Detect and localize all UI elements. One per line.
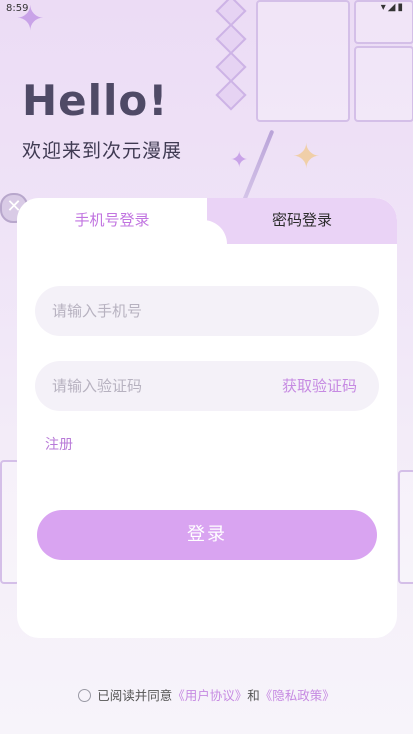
register-link[interactable]: 注册 [45, 434, 73, 454]
diamond-decoration [215, 51, 247, 83]
diamond-decoration [215, 23, 247, 55]
phone-field [35, 286, 379, 336]
status-time: 8:59 [6, 3, 29, 14]
code-field: 获取验证码 [35, 361, 379, 411]
agreement-prefix: 已阅读并同意 [97, 688, 173, 703]
deco-frame [354, 46, 413, 122]
get-code-button[interactable]: 获取验证码 [282, 361, 357, 411]
login-button[interactable]: 登录 [37, 510, 377, 560]
tab-phone-login[interactable]: 手机号登录 [17, 198, 207, 242]
agreement-row: 已阅读并同意《用户协议》和《隐私政策》 [0, 685, 413, 704]
agreement-radio[interactable] [78, 689, 92, 702]
diamond-decoration [215, 79, 247, 111]
phone-input[interactable] [52, 286, 272, 336]
tab-password-login[interactable]: 密码登录 [207, 198, 397, 242]
verification-code-input[interactable] [52, 361, 272, 411]
character-frame [256, 0, 350, 122]
status-icons: ▾◢▮ [380, 2, 405, 13]
status-bar: 8:59 ▾◢▮ [0, 0, 413, 18]
deco-frame [398, 470, 413, 584]
welcome-subtitle: 欢迎来到次元漫展 [22, 140, 183, 162]
privacy-policy-link[interactable]: 《隐私政策》 [260, 688, 335, 703]
user-agreement-link[interactable]: 《用户协议》 [172, 688, 247, 703]
greeting-title: Hello! [22, 76, 169, 125]
login-tabs: 手机号登录 密码登录 [17, 198, 397, 244]
login-card: 手机号登录 密码登录 获取验证码 注册 登录 [17, 198, 397, 638]
agreement-and: 和 [247, 688, 260, 703]
sparkle-icon: ✦ [230, 148, 249, 173]
sparkle-icon: ✦ [292, 137, 321, 177]
